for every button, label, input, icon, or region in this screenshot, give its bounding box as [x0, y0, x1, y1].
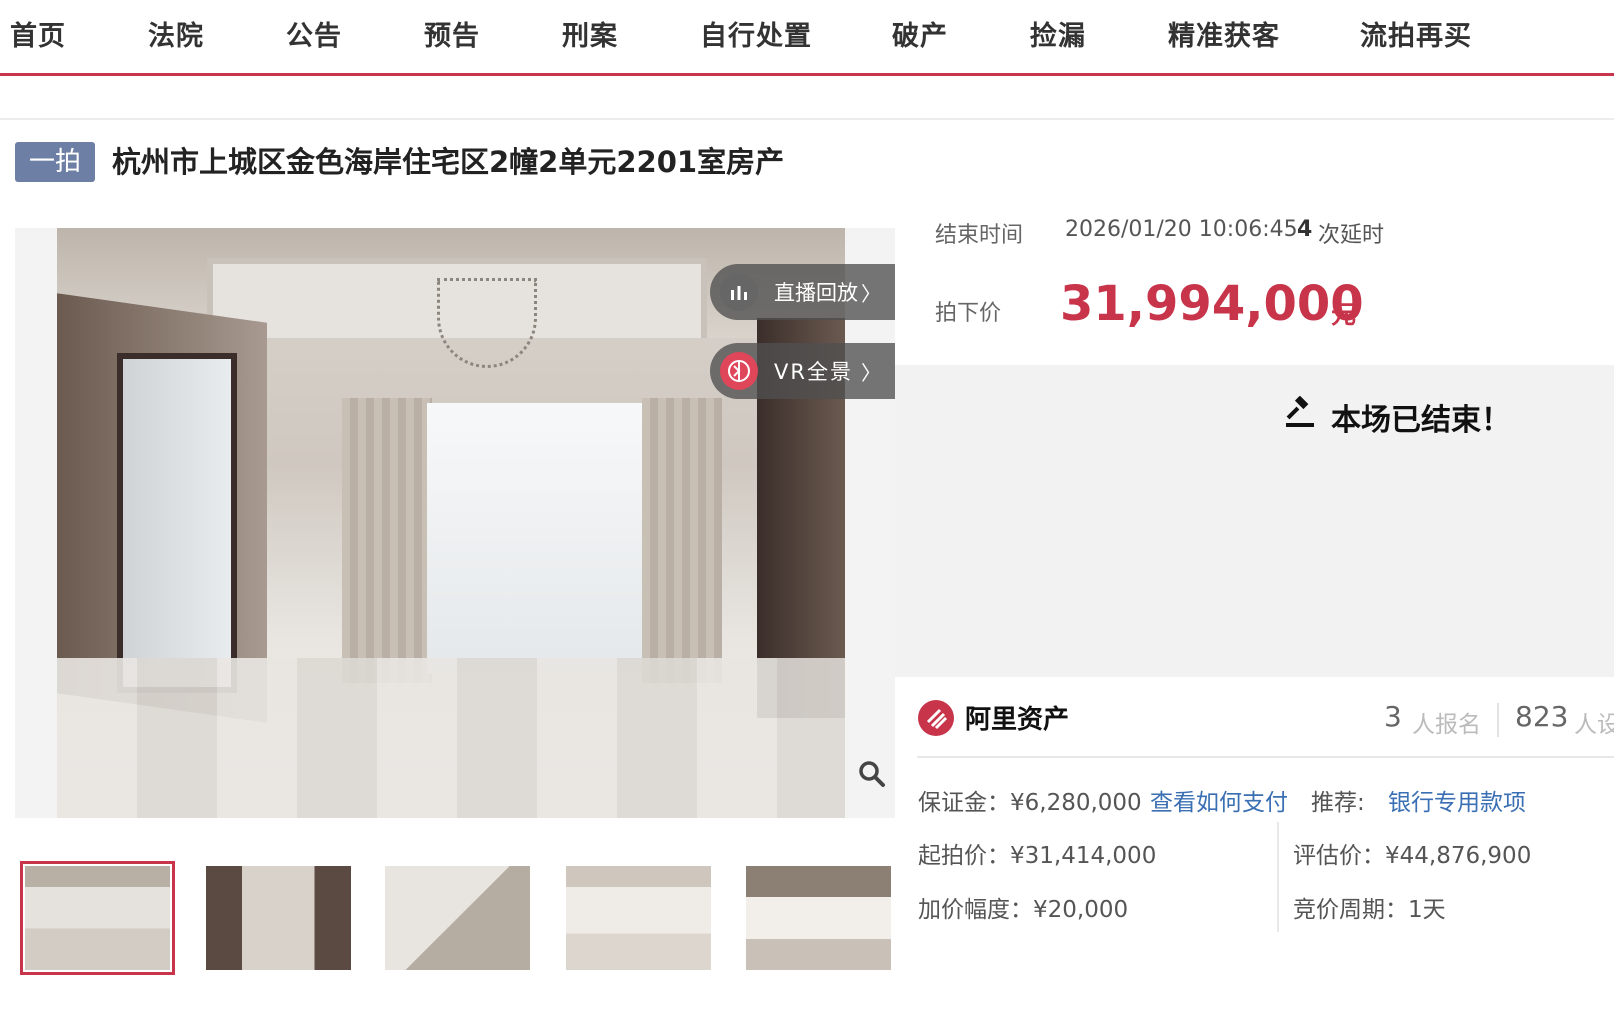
- divider: [1277, 822, 1279, 932]
- view-text: 人设: [1574, 712, 1614, 738]
- vr-label: VR全景: [774, 360, 853, 384]
- auction-status-box: 本场已结束！: [895, 365, 1614, 677]
- delay-text: 次延时: [1318, 223, 1385, 248]
- platform-name: 阿里资产: [965, 705, 1070, 735]
- end-time-label: 结束时间: [935, 223, 1024, 248]
- nav-failed-rebuy[interactable]: 流拍再买: [1360, 14, 1472, 53]
- bid-period-info: 竞价周期：1天: [1293, 897, 1446, 923]
- valuation-info: 评估价：¥44,876,900: [1293, 843, 1532, 869]
- chevron-right-icon: 〉: [861, 360, 881, 385]
- magnifier-icon[interactable]: [849, 751, 895, 797]
- deposit-info: 保证金：¥6,280,000: [918, 790, 1142, 816]
- ali-assets-logo-icon: [918, 700, 954, 736]
- nav-criminal[interactable]: 刑案: [562, 14, 618, 53]
- nav-preview[interactable]: 预告: [424, 14, 480, 53]
- page-title: 杭州市上城区金色海岸住宅区2幢2单元2201室房产: [112, 145, 785, 179]
- vr-panorama-button[interactable]: VR全景 〉: [710, 343, 895, 399]
- divider: [917, 756, 1614, 758]
- price-unit: 元: [1331, 300, 1357, 329]
- nav-home[interactable]: 首页: [10, 14, 66, 53]
- chandelier: [437, 278, 537, 368]
- view-count: 823: [1515, 700, 1569, 733]
- auction-ended-text: 本场已结束！: [1331, 403, 1511, 438]
- nav-court[interactable]: 法院: [148, 14, 204, 53]
- sub-bar: [0, 79, 1614, 120]
- start-price-info: 起拍价：¥31,414,000: [918, 843, 1157, 869]
- auction-ended-status: 本场已结束！: [1283, 395, 1511, 439]
- chevron-right-icon: 〉: [861, 281, 881, 306]
- final-price-label: 拍下价: [935, 301, 1002, 326]
- thumbnail-4[interactable]: [566, 866, 711, 970]
- thumbnail-3[interactable]: [385, 866, 530, 970]
- nav-bargain[interactable]: 捡漏: [1030, 14, 1086, 53]
- delay-count: 4: [1297, 217, 1313, 242]
- thumbnail-2[interactable]: [206, 866, 351, 970]
- end-time-value: 2026/01/20 10:06:45: [1065, 217, 1298, 242]
- auction-round-tag: 一拍: [15, 142, 95, 182]
- bar-chart-icon: [720, 273, 758, 311]
- signup-count: 3: [1384, 700, 1402, 733]
- auction-hammer-icon: [1283, 395, 1317, 438]
- thumbnail-1[interactable]: [20, 861, 175, 975]
- how-to-pay-link[interactable]: 查看如何支付: [1150, 783, 1288, 817]
- live-replay-button[interactable]: 直播回放 〉: [710, 264, 895, 320]
- thumbnail-5[interactable]: [746, 866, 891, 970]
- recommend-label: 推荐:: [1311, 790, 1365, 816]
- nav-self-disposal[interactable]: 自行处置: [700, 14, 812, 53]
- nav-precise-leads[interactable]: 精准获客: [1168, 14, 1280, 53]
- final-price: 31,994,000: [1060, 276, 1364, 332]
- vr-panorama-icon: [720, 352, 758, 390]
- bank-payment-link[interactable]: 银行专用款项: [1388, 783, 1526, 817]
- signup-text: 人报名: [1412, 712, 1481, 738]
- main-image-frame: 直播回放 〉 VR全景 〉: [15, 228, 895, 818]
- top-nav: 首页 法院 公告 预告 刑案 自行处置 破产 捡漏 精准获客 流拍再买: [0, 0, 1614, 76]
- nav-bankruptcy[interactable]: 破产: [892, 14, 948, 53]
- live-replay-label: 直播回放: [774, 281, 858, 305]
- nav-announcement[interactable]: 公告: [286, 14, 342, 53]
- increment-info: 加价幅度：¥20,000: [918, 897, 1129, 923]
- divider: [1497, 703, 1499, 737]
